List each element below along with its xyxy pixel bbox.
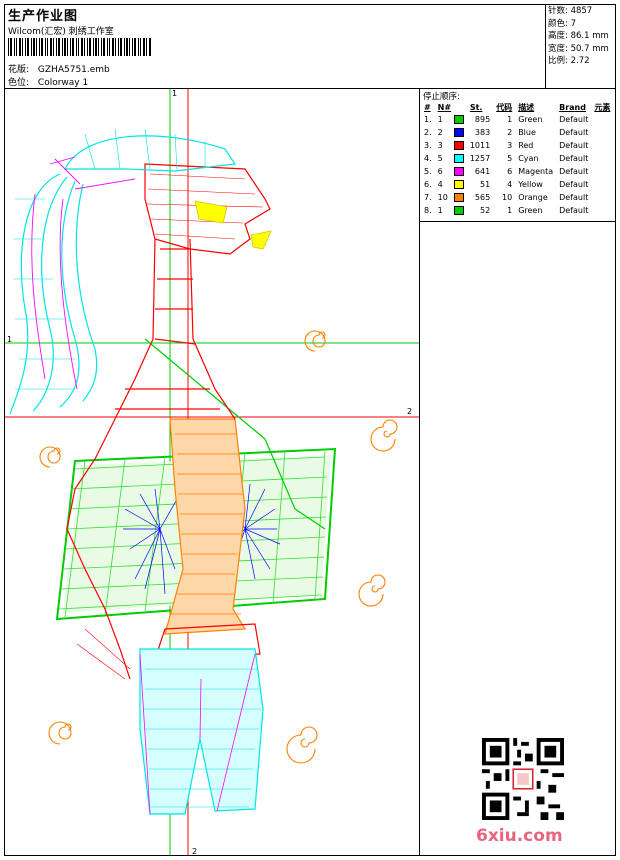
col-stitches: St.: [469, 102, 483, 112]
barcode: [8, 38, 151, 56]
stat-stitches-value: 4857: [570, 6, 593, 16]
page-title: 生产作业图: [8, 9, 79, 24]
company-name: Wilcom(汇宏) 刺绣工作室: [8, 27, 114, 37]
color-swatch: [453, 193, 464, 202]
col-element: 元素: [594, 102, 611, 112]
col-description: 描述: [518, 102, 535, 112]
color-swatch: [453, 115, 464, 124]
table-row: 7. 10 565 10 Orange Default: [424, 193, 589, 202]
table-row: 8. 1 52 1 Green Default: [424, 206, 589, 215]
col-brand: Brand: [559, 102, 586, 112]
table-row: 5. 6 641 6 Magenta Default: [424, 167, 589, 176]
table-row: 6. 4 51 4 Yellow Default: [424, 180, 589, 189]
axis-label-h2: 2: [407, 407, 413, 416]
col-index: #: [424, 102, 431, 112]
stat-scale-value: 2.72: [570, 56, 590, 66]
watermark: 6xiu.com: [476, 826, 563, 846]
stat-colors-value: 7: [570, 18, 576, 29]
colorway-row: 色位: Colorway 1: [8, 75, 88, 88]
design-filename: GZHA5751.emb: [37, 65, 110, 75]
stat-width: 宽度: 50.7 mm: [548, 43, 609, 54]
colorway-value: Colorway 1: [37, 78, 89, 88]
axis-label-v2: 2: [192, 847, 198, 856]
design-row: 花版: GZHA5751.emb: [8, 62, 110, 75]
stats-divider: [545, 4, 546, 88]
design-label: 花版:: [8, 65, 30, 75]
stat-height: 高度: 86.1 mm: [548, 31, 609, 41]
table-bottom-divider: [419, 221, 616, 222]
axis-label-v1: 1: [172, 89, 178, 98]
stat-stitches: 针数: 4857: [548, 6, 593, 16]
color-swatch: [453, 206, 464, 215]
colorway-label: 色位:: [8, 78, 30, 88]
table-row: 3. 3 1011 3 Red Default: [424, 141, 589, 150]
color-swatch: [453, 154, 464, 163]
col-code: 代码: [496, 102, 513, 112]
embroidery-preview: [5, 89, 419, 855]
col-needle: N#: [437, 102, 452, 112]
qr-code-icon: [482, 738, 564, 820]
color-swatch: [453, 128, 464, 137]
color-swatch: [453, 180, 464, 189]
table-row: 4. 5 1257 5 Cyan Default: [424, 154, 589, 163]
table-row: 2. 2 383 2 Blue Default: [424, 128, 589, 137]
stop-sequence-table: # N# St. 代码 描述 Brand 元素 1. 1 895 1 Green Defa…: [421, 101, 613, 217]
color-swatch: [453, 141, 464, 150]
panel-divider: [419, 88, 420, 856]
color-swatch: [453, 167, 464, 176]
stat-width-value: 50.7 mm: [570, 43, 609, 54]
stat-height-value: 86.1 mm: [570, 31, 609, 41]
table-row: 1. 1 895 1 Green Default: [424, 115, 589, 124]
stat-colors: 颜色: 7: [548, 18, 576, 29]
table-header-row: # N# St. 代码 描述 Brand 元素: [421, 101, 613, 113]
axis-label-h1: 1: [7, 335, 13, 344]
stat-scale: 比例: 2.72: [548, 56, 590, 66]
